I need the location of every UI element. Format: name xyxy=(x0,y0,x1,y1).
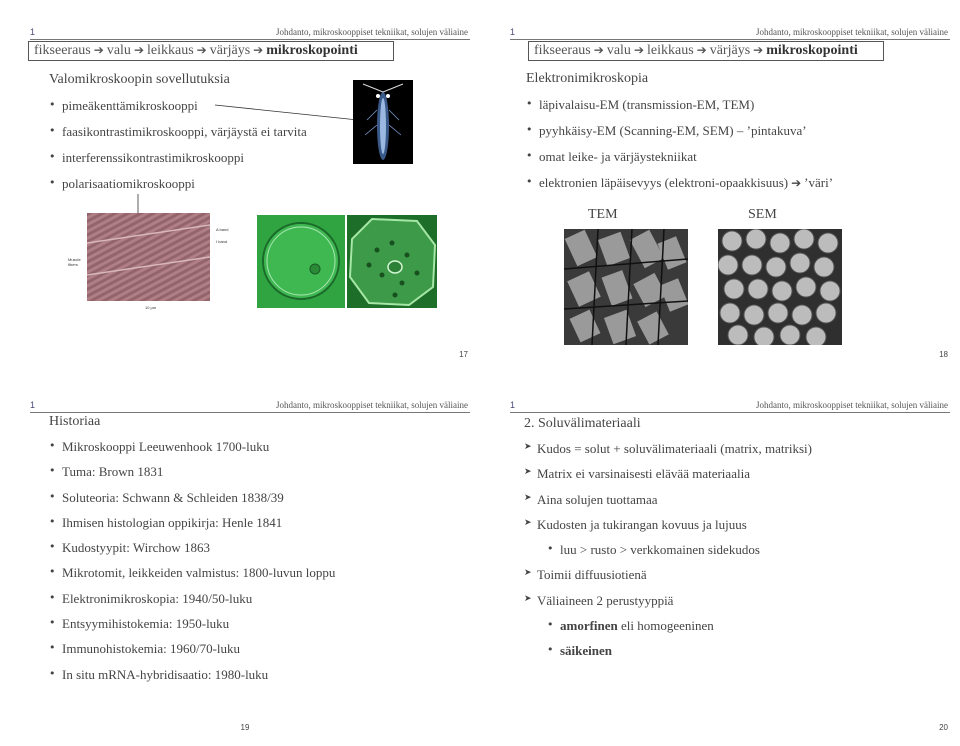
sub-list-item: amorfinen eli homogeeninen xyxy=(547,618,812,643)
list-item: Immunohistokemia: 1960/70-luku xyxy=(49,641,335,666)
page-number: 20 xyxy=(939,723,948,732)
list-item: Entsyymihistokemia: 1950-luku xyxy=(49,616,335,641)
page-number: 18 xyxy=(939,350,948,359)
list-item: Ihmisen histologian oppikirja: Henle 184… xyxy=(49,515,335,540)
slide-19: 1 Johdanto, mikroskooppiset tekniikat, s… xyxy=(20,393,470,738)
slide-subtitle: Elektronimikroskopia xyxy=(526,71,649,86)
list-item: omat leike- ja värjäystekniikat xyxy=(526,149,833,175)
list-item: Väliaineen 2 perustyyppiä xyxy=(524,593,812,618)
darkfield-micrograph xyxy=(353,80,413,164)
arrow-icon: ➔ xyxy=(791,176,802,190)
slide-title: fikseeraus ➔ valu ➔ leikkaus ➔ värjäys ➔ mikrosk… xyxy=(528,41,884,61)
list-item: läpivalaisu-EM (transmission-EM, TEM) xyxy=(526,97,833,123)
slide-17: 1 Johdanto, mikroskooppiset tekniikat, s… xyxy=(20,20,470,365)
header-divider xyxy=(510,39,950,40)
slide-20: 1 Johdanto, mikroskooppiset tekniikat, s… xyxy=(500,393,950,738)
slide-title: 2. Soluvälimateriaali xyxy=(524,416,641,431)
sem-label: SEM xyxy=(748,207,777,222)
list-item: elektronien läpäisevyys (elektroni-opaak… xyxy=(526,175,833,201)
muscle-fiber-micrograph xyxy=(87,213,210,301)
page-number: 19 xyxy=(240,723,250,732)
list-item: Mikroskooppi Leeuwenhook 1700-luku xyxy=(49,439,335,464)
page-number: 17 xyxy=(459,350,468,359)
label-i-band: I band xyxy=(216,239,228,244)
list-item: Matrix ei varsinaisesti elävää materiaal… xyxy=(524,466,812,491)
list-item: Kudosten ja tukirangan kovuus ja lujuus xyxy=(524,517,812,542)
slide-header: Johdanto, mikroskooppiset tekniikat, sol… xyxy=(756,400,948,410)
list-item: Tuma: Brown 1831 xyxy=(49,464,335,489)
slide-marker-icon: 1 xyxy=(510,27,516,37)
label-a-band: A band xyxy=(216,227,229,232)
list-item: In situ mRNA-hybridisaatio: 1980-luku xyxy=(49,667,335,692)
list-item: Toimii diffuusiotienä xyxy=(524,567,812,592)
list-item: Kudostyypit: Wirchow 1863 xyxy=(49,540,335,565)
slide-18: 1 Johdanto, mikroskooppiset tekniikat, s… xyxy=(500,20,950,365)
sub-list-item: luu > rusto > verkkomainen sidekudos xyxy=(547,542,812,567)
arrow-icon: ➔ xyxy=(753,43,764,57)
slide-title: Historiaa xyxy=(49,414,101,429)
interference-contrast-micrograph xyxy=(347,215,437,308)
list-item: Aina solujen tuottamaa xyxy=(524,492,812,517)
slide-header: Johdanto, mikroskooppiset tekniikat, sol… xyxy=(756,27,948,37)
arrow-icon: ➔ xyxy=(593,43,604,57)
arrow-icon: ➔ xyxy=(696,43,707,57)
phase-contrast-micrograph xyxy=(257,215,345,308)
label-muscle-fibers: Muscle fibers xyxy=(68,257,81,267)
tem-micrograph xyxy=(564,229,688,345)
header-divider xyxy=(510,412,950,413)
list-item: Elektronimikroskopia: 1940/50-luku xyxy=(49,591,335,616)
sub-list-item: säikeinen xyxy=(547,643,812,668)
bullet-list: Mikroskooppi Leeuwenhook 1700-luku Tuma:… xyxy=(49,439,335,692)
bullet-list: läpivalaisu-EM (transmission-EM, TEM) py… xyxy=(526,97,833,201)
label-scale: 10 μm xyxy=(145,305,157,310)
list-item-highlight: Kudos = solut + soluvälimateriaali (matr… xyxy=(524,441,812,466)
arrow-icon: ➔ xyxy=(633,43,644,57)
chevron-list: Kudos = solut + soluvälimateriaali (matr… xyxy=(524,441,812,669)
slide-marker-icon: 1 xyxy=(510,400,516,410)
list-item: Mikrotomit, leikkeiden valmistus: 1800-l… xyxy=(49,565,335,590)
slide-header: Johdanto, mikroskooppiset tekniikat, sol… xyxy=(276,400,468,410)
annotation-lines xyxy=(137,104,359,213)
header-divider xyxy=(30,412,470,413)
tem-label: TEM xyxy=(588,207,618,222)
sem-micrograph xyxy=(718,229,842,345)
list-item: pyyhkäisy-EM (Scanning-EM, SEM) – ’pinta… xyxy=(526,123,833,149)
list-item: Soluteoria: Schwann & Schleiden 1838/39 xyxy=(49,490,335,515)
slide-marker-icon: 1 xyxy=(30,400,36,410)
